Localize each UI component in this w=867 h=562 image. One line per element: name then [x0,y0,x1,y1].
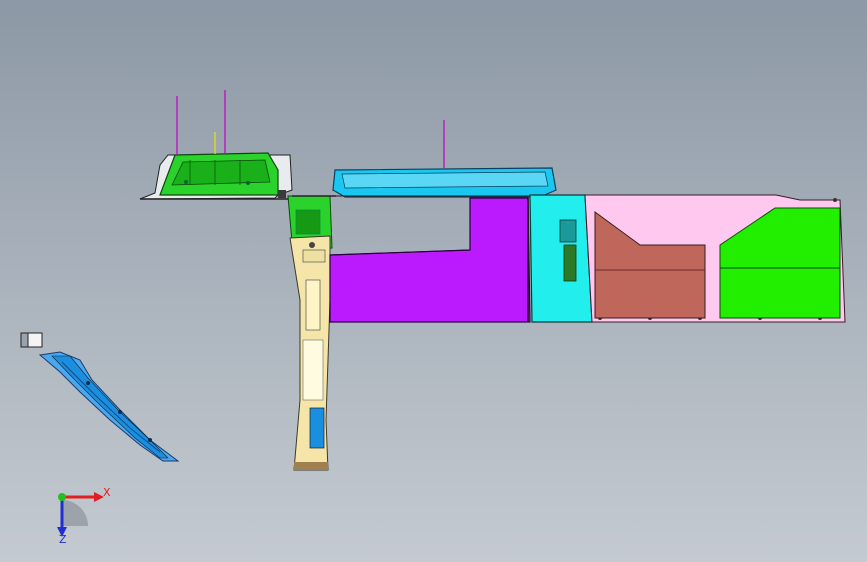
view-thumbnail[interactable] [20,332,43,348]
z-axis-label: Z [59,533,67,546]
b-pillar-trim[interactable] [38,351,180,462]
a-pillar-trim[interactable] [289,235,331,471]
coordinate-triad[interactable]: X Z [57,486,111,546]
x-axis-label: X [103,486,111,499]
glovebox-panel[interactable] [139,152,293,200]
console-side-panel[interactable] [529,194,593,323]
model-scene[interactable]: X Z [0,0,867,562]
y-axis-dot [58,493,66,501]
cad-viewport[interactable]: X Z [0,0,867,562]
lower-dash-panel[interactable] [329,197,531,323]
triad-shadow [62,500,88,526]
center-console-lid[interactable] [332,167,557,198]
